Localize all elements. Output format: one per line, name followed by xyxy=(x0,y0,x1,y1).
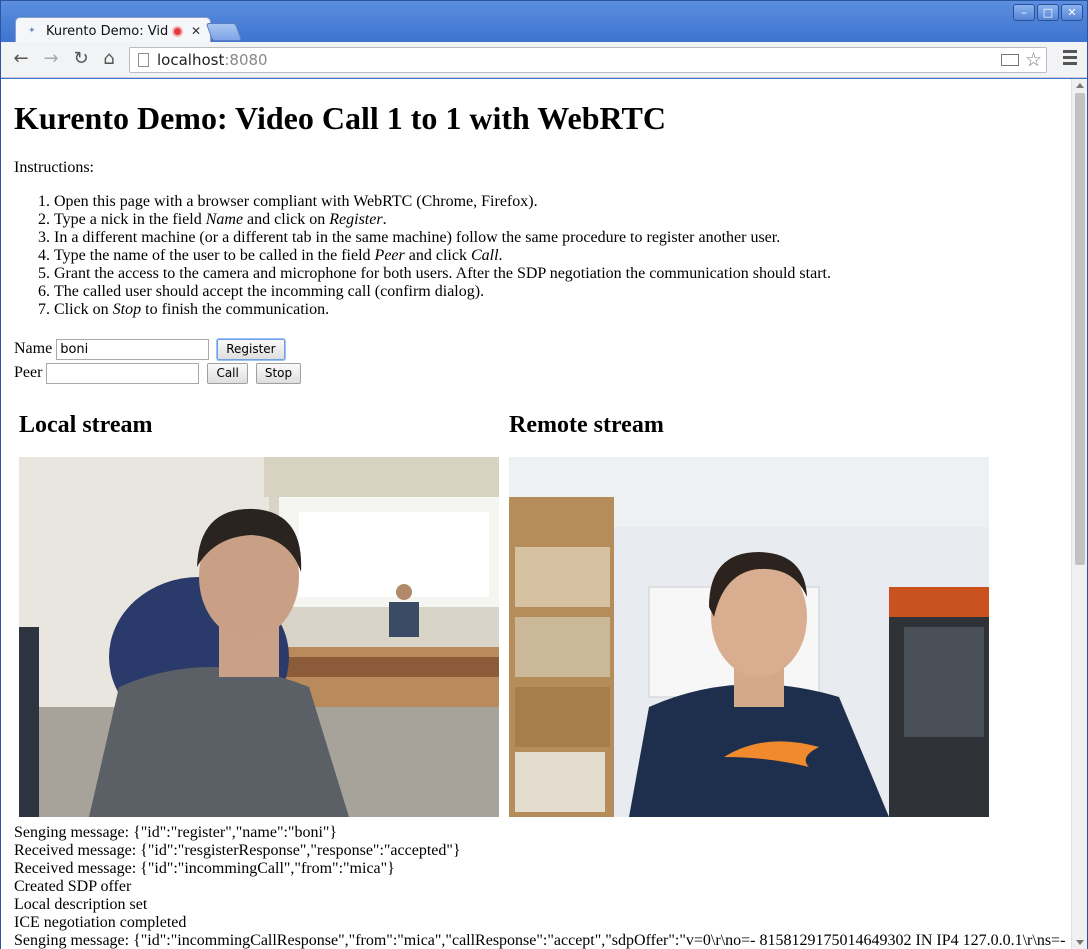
log-line: Senging message: {"id":"register","name"… xyxy=(14,824,338,841)
local-stream-panel: Local stream xyxy=(19,411,499,817)
forward-arrow-icon[interactable]: → xyxy=(39,48,63,70)
favicon-icon: ✦ xyxy=(28,26,36,36)
step-text: Type a nick in the field xyxy=(54,211,206,228)
close-window-icon[interactable]: ✕ xyxy=(1061,4,1083,21)
peer-input[interactable] xyxy=(46,362,200,384)
log-line: Received message: {"id":"resgisterRespon… xyxy=(14,842,461,859)
page-title: Kurento Demo: Video Call 1 to 1 with Web… xyxy=(14,100,666,136)
minimize-icon[interactable]: – xyxy=(1013,4,1035,21)
window-controls: – □ ✕ xyxy=(1013,4,1083,21)
console-log: Senging message: {"id":"register","name"… xyxy=(14,824,1074,949)
step-text: The called user should accept the incomm… xyxy=(54,283,485,300)
back-arrow-icon[interactable]: ← xyxy=(9,48,33,70)
step-text: Call xyxy=(470,247,499,264)
menu-icon[interactable] xyxy=(1063,50,1077,68)
step-text: Click on xyxy=(54,301,113,318)
step-text: Name xyxy=(205,211,244,228)
bookmark-star-icon[interactable]: ☆ xyxy=(1025,50,1042,70)
log-line: ICE negotiation completed xyxy=(14,914,187,931)
scroll-thumb[interactable] xyxy=(1075,93,1085,565)
instruction-step: Open this page with a browser compliant … xyxy=(54,193,1064,211)
instruction-step: The called user should accept the incomm… xyxy=(54,283,1064,301)
instructions-label: Instructions: xyxy=(14,159,94,176)
step-text: to finish the communication. xyxy=(141,301,330,318)
browser-window: – □ ✕ ✦ Kurento Demo: Vid ✕ ← → ↻ ⌂ loca… xyxy=(0,0,1088,949)
url-port: :8080 xyxy=(224,51,268,69)
step-text: Type the name of the user to be called i… xyxy=(54,247,375,264)
step-text: Register xyxy=(329,211,383,228)
instruction-step: Grant the access to the camera and micro… xyxy=(54,265,1064,283)
log-line: Senging message: {"id":"incommingCallRes… xyxy=(14,932,1066,949)
page-content: Kurento Demo: Video Call 1 to 1 with Web… xyxy=(14,79,1065,949)
local-video-frame xyxy=(19,457,499,817)
tab-kurento-demo[interactable]: ✦ Kurento Demo: Vid ✕ xyxy=(15,17,211,44)
url-host: localhost xyxy=(157,51,225,69)
stop-button[interactable]: Stop xyxy=(255,362,302,384)
log-line: Received message: {"id":"incommingCall",… xyxy=(14,860,395,877)
step-text: . xyxy=(498,247,503,264)
step-text: . xyxy=(382,211,387,228)
page-icon xyxy=(138,53,149,67)
step-text: Stop xyxy=(112,301,142,318)
name-input[interactable] xyxy=(56,338,210,360)
local-video[interactable] xyxy=(19,457,499,817)
remote-video[interactable] xyxy=(509,457,989,817)
log-line: Local description set xyxy=(14,896,148,913)
instruction-step: Type the name of the user to be called i… xyxy=(54,247,1064,265)
local-stream-title: Local stream xyxy=(19,412,153,438)
scroll-up-icon[interactable] xyxy=(1076,83,1084,88)
tab-close-icon[interactable]: ✕ xyxy=(191,24,201,38)
step-text: Grant the access to the camera and micro… xyxy=(54,265,831,282)
new-tab-button[interactable] xyxy=(205,23,243,41)
name-label: Name xyxy=(14,340,53,357)
step-text: and click on xyxy=(243,211,330,228)
vertical-scrollbar[interactable] xyxy=(1071,79,1087,949)
peer-label: Peer xyxy=(14,364,43,381)
browser-toolbar: ← → ↻ ⌂ localhost :8080 ☆ xyxy=(1,42,1087,78)
tab-title: Kurento Demo: Vid xyxy=(46,23,168,39)
camera-access-icon[interactable] xyxy=(1000,54,1019,66)
remote-stream-panel: Remote stream xyxy=(509,411,989,817)
step-text: In a different machine (or a different t… xyxy=(54,229,781,246)
remote-video-frame xyxy=(509,457,989,817)
step-text: and click xyxy=(404,247,471,264)
register-button[interactable]: Register xyxy=(217,338,285,360)
maximize-icon[interactable]: □ xyxy=(1037,4,1059,21)
recording-indicator-icon xyxy=(172,25,183,37)
remote-stream-title: Remote stream xyxy=(509,412,664,438)
scroll-down-icon[interactable] xyxy=(1076,940,1084,945)
name-row: Name Register xyxy=(14,337,1064,361)
peer-row: Peer Call Stop xyxy=(14,361,1064,385)
home-icon[interactable]: ⌂ xyxy=(97,48,121,70)
step-text: Open this page with a browser compliant … xyxy=(54,193,538,210)
instructions-list: Open this page with a browser compliant … xyxy=(14,193,1064,319)
page-viewport: Kurento Demo: Video Call 1 to 1 with Web… xyxy=(1,79,1087,949)
step-text: Peer xyxy=(374,247,405,264)
log-line: Created SDP offer xyxy=(14,878,132,895)
reload-icon[interactable]: ↻ xyxy=(69,48,93,70)
call-button[interactable]: Call xyxy=(207,362,248,384)
streams-section: Local stream Remote stream xyxy=(14,411,1064,841)
instruction-step: Click on Stop to finish the communicatio… xyxy=(54,301,1064,319)
instruction-step: Type a nick in the field Name and click … xyxy=(54,211,1064,229)
address-bar[interactable]: localhost :8080 ☆ xyxy=(129,47,1047,73)
instruction-step: In a different machine (or a different t… xyxy=(54,229,1064,247)
